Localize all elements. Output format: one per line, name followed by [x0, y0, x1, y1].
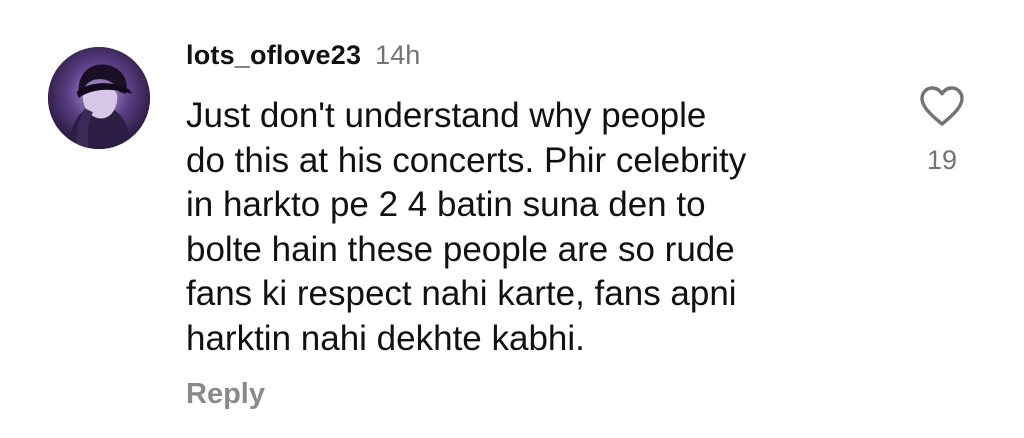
like-count: 19 — [926, 145, 958, 175]
avatar[interactable] — [48, 47, 150, 149]
comment: lots_oflove23 14h Just don't understand … — [0, 0, 1024, 438]
reply-button[interactable]: Reply — [186, 378, 265, 411]
avatar-image — [48, 47, 150, 149]
comment-header: lots_oflove23 14h — [186, 40, 420, 80]
username[interactable]: lots_oflove23 — [186, 40, 361, 71]
heart-outline-icon — [920, 86, 964, 126]
like-button[interactable] — [918, 84, 966, 128]
comment-text: Just don't understand why people do this… — [186, 96, 747, 358]
timestamp: 14h — [375, 40, 421, 70]
